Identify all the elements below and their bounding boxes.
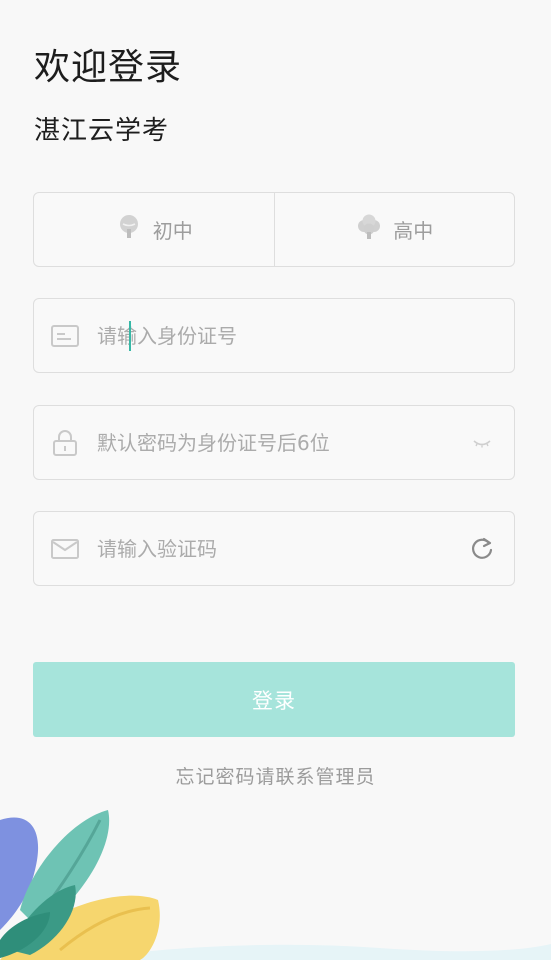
eye-closed-icon[interactable]: [468, 429, 496, 457]
option-senior-high-label: 高中: [393, 219, 434, 243]
option-junior-high-label: 初中: [152, 219, 193, 243]
login-button[interactable]: 登录: [33, 662, 515, 737]
login-page: 欢迎登录 湛江云学考 初中 高中 请输入身份证号 请输入验证码 登录 忘记密码请…: [0, 0, 551, 960]
password-input[interactable]: [97, 422, 468, 463]
refresh-icon[interactable]: [468, 535, 496, 563]
captcha-input[interactable]: [97, 528, 468, 569]
sprout-icon: [115, 213, 143, 246]
option-junior-high[interactable]: 初中: [34, 193, 274, 266]
tree-icon: [355, 213, 383, 246]
option-senior-high[interactable]: 高中: [273, 193, 515, 266]
mail-icon: [50, 534, 80, 564]
lock-icon: [50, 428, 80, 458]
password-field: [33, 405, 515, 480]
id-number-input[interactable]: [97, 315, 496, 356]
decorative-leaves-illustration: [0, 810, 160, 960]
page-title: 欢迎登录: [34, 47, 183, 88]
id-card-icon: [50, 321, 80, 351]
id-number-field: [33, 298, 515, 373]
text-caret: [129, 321, 131, 351]
decorative-wave: [140, 944, 551, 960]
forgot-password-note: 忘记密码请联系管理员: [175, 766, 376, 788]
app-name: 湛江云学考: [34, 116, 170, 146]
captcha-field: [33, 511, 515, 586]
school-level-selector: 初中 高中: [33, 192, 515, 267]
